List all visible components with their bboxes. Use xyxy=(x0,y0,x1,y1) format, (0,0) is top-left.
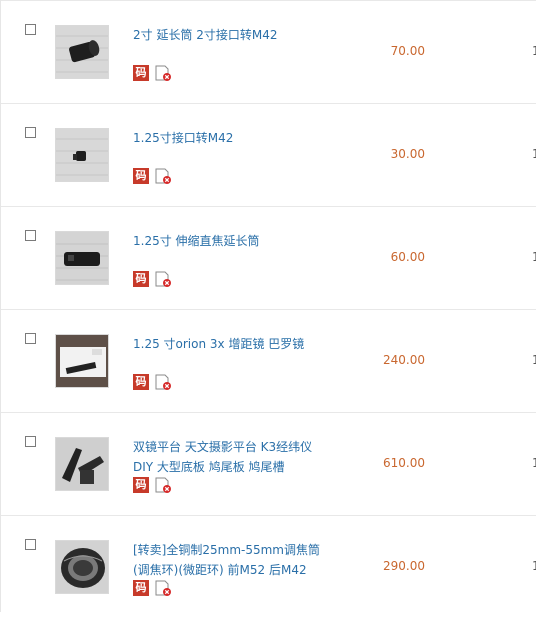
code-icon[interactable]: 码 xyxy=(133,168,149,184)
code-icon[interactable]: 码 xyxy=(133,580,149,596)
code-icon[interactable]: 码 xyxy=(133,374,149,390)
product-title-link[interactable]: 1.25 寸orion 3x 增距镜 巴罗镜 xyxy=(133,334,333,354)
item-price: 70.00 xyxy=(390,44,425,58)
product-title-line: 1.25寸接口转M42 xyxy=(133,131,234,145)
cart-item-list: 2寸 延长筒 2寸接口转M42 码 70.00 1 1.25寸接口转M42 码 … xyxy=(0,0,536,612)
product-thumbnail[interactable] xyxy=(55,231,109,285)
product-title-line: (调焦环)(微距环) 前M52 后M42 xyxy=(133,563,307,577)
item-checkbox[interactable] xyxy=(25,539,36,550)
item-price: 30.00 xyxy=(390,147,425,161)
remove-document-icon[interactable] xyxy=(155,374,171,391)
cut-off-value: 1 xyxy=(532,44,536,58)
remove-document-icon[interactable] xyxy=(155,271,171,288)
product-title-line: 1.25 寸orion 3x 增距镜 巴罗镜 xyxy=(133,337,305,351)
list-item: [转卖]全铜制25mm-55mm调焦筒 (调焦环)(微距环) 前M52 后M42… xyxy=(1,515,536,618)
product-title-link[interactable]: 双镜平台 天文摄影平台 K3经纬仪 DIY 大型底板 鸠尾板 鸠尾槽 xyxy=(133,437,333,477)
product-title-link[interactable]: 2寸 延长筒 2寸接口转M42 xyxy=(133,25,333,45)
product-thumbnail[interactable] xyxy=(55,437,109,491)
cut-off-value: 1 xyxy=(532,250,536,264)
list-item: 1.25 寸orion 3x 增距镜 巴罗镜 码 240.00 1 xyxy=(1,309,536,412)
product-thumbnail[interactable] xyxy=(55,128,109,182)
cut-off-value: 1 xyxy=(532,353,536,367)
cut-off-value: 1 xyxy=(532,456,536,470)
item-price: 240.00 xyxy=(383,353,425,367)
item-checkbox[interactable] xyxy=(25,127,36,138)
list-item: 1.25寸接口转M42 码 30.00 1 xyxy=(1,103,536,206)
cut-off-value: 1 xyxy=(532,147,536,161)
product-title-link[interactable]: 1.25寸 伸缩直焦延长筒 xyxy=(133,231,333,251)
remove-document-icon[interactable] xyxy=(155,168,171,185)
product-title-line: 1.25寸 伸缩直焦延长筒 xyxy=(133,234,260,248)
item-price: 290.00 xyxy=(383,559,425,573)
product-thumbnail[interactable] xyxy=(55,334,109,388)
list-item: 双镜平台 天文摄影平台 K3经纬仪 DIY 大型底板 鸠尾板 鸠尾槽 码 610… xyxy=(1,412,536,515)
list-item: 1.25寸 伸缩直焦延长筒 码 60.00 1 xyxy=(1,206,536,309)
remove-document-icon[interactable] xyxy=(155,580,171,597)
product-thumbnail[interactable] xyxy=(55,540,109,594)
remove-document-icon[interactable] xyxy=(155,65,171,82)
code-icon[interactable]: 码 xyxy=(133,271,149,287)
cut-off-value: 1 xyxy=(532,559,536,573)
product-title-line: 双镜平台 天文摄影平台 K3经纬仪 xyxy=(133,440,313,454)
product-title-line: DIY 大型底板 鸠尾板 鸠尾槽 xyxy=(133,460,285,474)
code-icon[interactable]: 码 xyxy=(133,65,149,81)
product-title-link[interactable]: 1.25寸接口转M42 xyxy=(133,128,333,148)
product-title-line: [转卖]全铜制25mm-55mm调焦筒 xyxy=(133,543,320,557)
item-checkbox[interactable] xyxy=(25,230,36,241)
item-checkbox[interactable] xyxy=(25,24,36,35)
item-checkbox[interactable] xyxy=(25,333,36,344)
remove-document-icon[interactable] xyxy=(155,477,171,494)
item-price: 60.00 xyxy=(390,250,425,264)
list-item: 2寸 延长筒 2寸接口转M42 码 70.00 1 xyxy=(1,0,536,103)
code-icon[interactable]: 码 xyxy=(133,477,149,493)
product-title-line: 2寸 延长筒 2寸接口转M42 xyxy=(133,28,278,42)
item-checkbox[interactable] xyxy=(25,436,36,447)
product-title-link[interactable]: [转卖]全铜制25mm-55mm调焦筒 (调焦环)(微距环) 前M52 后M42 xyxy=(133,540,333,580)
product-thumbnail[interactable] xyxy=(55,25,109,79)
item-price: 610.00 xyxy=(383,456,425,470)
